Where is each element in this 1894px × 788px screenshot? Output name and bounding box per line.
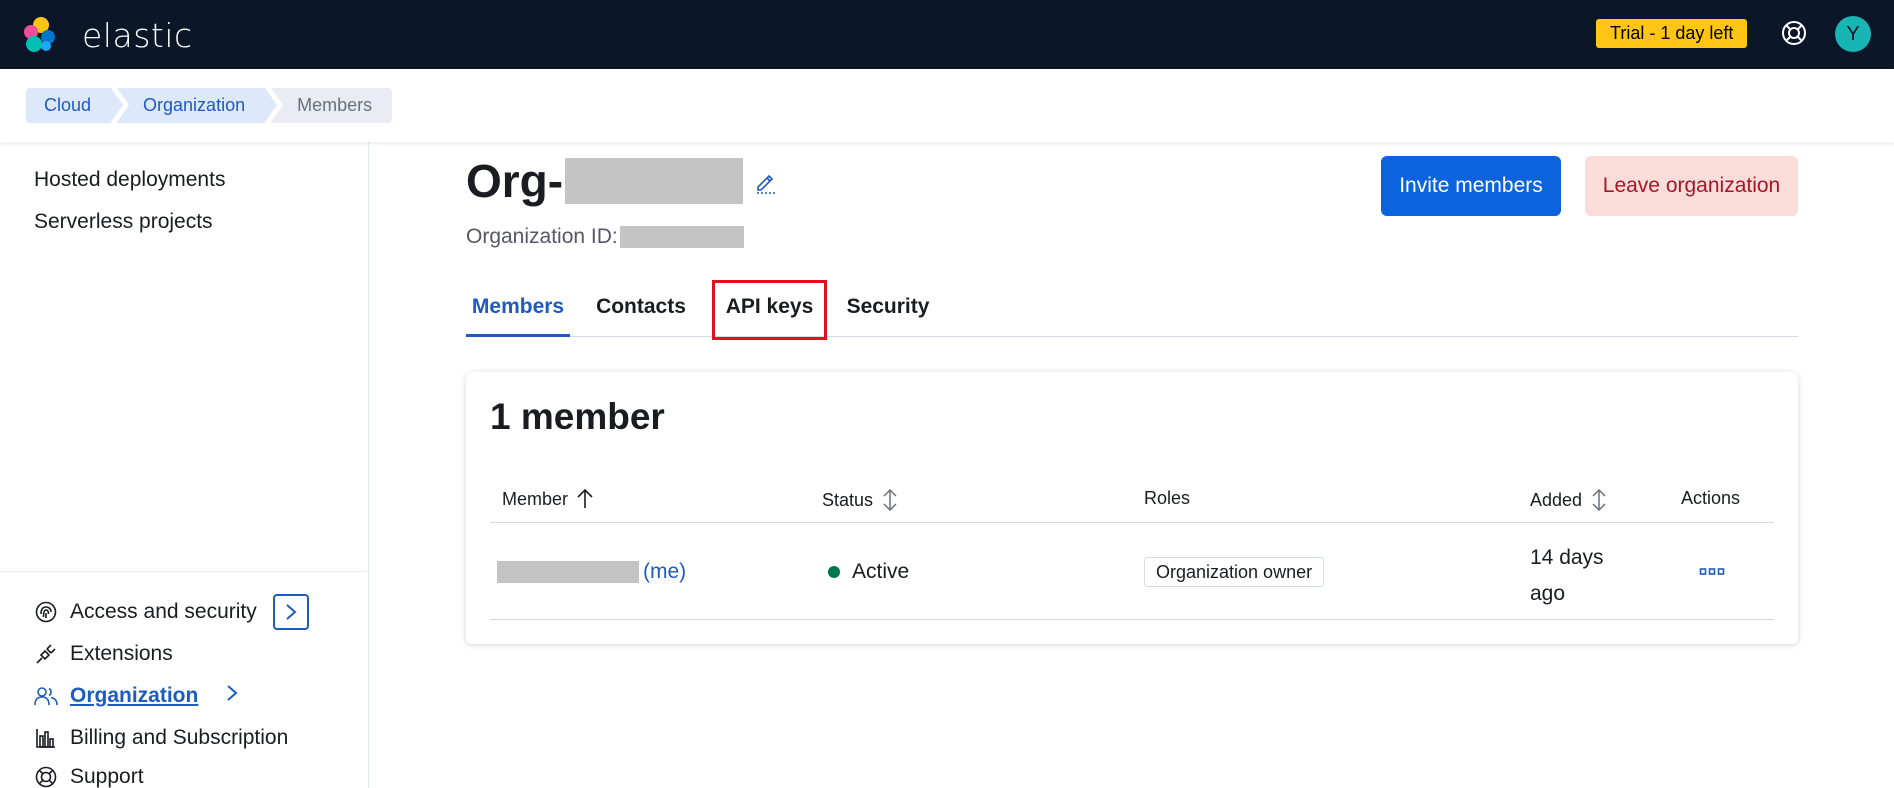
column-header-member[interactable]: Member — [502, 488, 594, 510]
sort-unsorted-icon — [1590, 488, 1608, 512]
sidebar-item-label: Support — [70, 765, 144, 788]
column-header-status[interactable]: Status — [822, 488, 899, 512]
brand-name[interactable]: elastic — [82, 16, 193, 55]
org-id-label: Organization ID: — [466, 225, 618, 248]
organization-id: Organization ID: — [466, 225, 744, 249]
lifebuoy-icon — [34, 765, 58, 788]
breadcrumb-bar: Cloud Organization Members — [0, 69, 1894, 142]
role-badge: Organization owner — [1144, 557, 1325, 587]
sort-ascending-icon — [576, 488, 594, 510]
tab-contacts[interactable]: Contacts — [588, 280, 694, 337]
tab-members[interactable]: Members — [466, 280, 570, 337]
sidebar-item-organization[interactable]: Organization — [34, 681, 198, 711]
fingerprint-icon — [34, 600, 58, 624]
sidebar: Hosted deployments Serverless projects A… — [0, 142, 369, 788]
sort-unsorted-icon — [881, 488, 899, 512]
tab-api-keys[interactable]: API keys — [712, 280, 827, 340]
status-active-dot — [828, 566, 840, 578]
breadcrumb-members: Members — [271, 88, 393, 123]
column-label: Added — [1530, 489, 1583, 510]
redacted-org-name — [565, 158, 744, 204]
table-row-status-cell: Active — [828, 560, 909, 584]
column-header-added[interactable]: Added — [1530, 488, 1608, 512]
breadcrumb-organization[interactable]: Organization — [117, 88, 278, 123]
trial-badge[interactable]: Trial - 1 day left — [1596, 19, 1748, 48]
sidebar-item-label: Extensions — [70, 642, 173, 665]
org-tabs: Members Contacts API keys Security — [466, 280, 1798, 340]
sidebar-item-serverless-projects[interactable]: Serverless projects — [34, 210, 213, 234]
elastic-logo-icon[interactable] — [20, 15, 60, 55]
added-date: 14 days ago — [1530, 546, 1604, 605]
column-header-roles: Roles — [1144, 488, 1190, 509]
invite-members-button[interactable]: Invite members — [1381, 156, 1561, 216]
bar-chart-icon — [34, 726, 58, 750]
plug-icon — [34, 642, 58, 666]
users-icon — [34, 684, 58, 708]
sidebar-item-support[interactable]: Support — [34, 762, 144, 788]
sidebar-item-label: Organization — [70, 684, 199, 707]
column-label: Status — [822, 489, 874, 510]
tab-security[interactable]: Security — [845, 280, 931, 337]
sidebar-item-label: Access and security — [70, 600, 257, 623]
table-row-member-cell: (me) — [497, 560, 686, 584]
help-lifebuoy-icon[interactable] — [1779, 18, 1809, 48]
page-title: Org- — [466, 154, 744, 208]
members-panel: 1 member Member Status Roles Added Actio… — [466, 372, 1798, 644]
sidebar-item-extensions[interactable]: Extensions — [34, 639, 173, 669]
table-header-divider — [490, 522, 1774, 523]
members-count-title: 1 member — [490, 396, 665, 437]
redacted-member-email — [497, 561, 639, 583]
row-actions-menu-icon[interactable] — [1695, 560, 1729, 584]
table-row-divider — [490, 619, 1774, 620]
sidebar-item-billing[interactable]: Billing and Subscription — [34, 723, 288, 753]
me-link[interactable]: (me) — [643, 560, 686, 584]
breadcrumb-cloud[interactable]: Cloud — [26, 88, 124, 123]
sidebar-divider — [0, 571, 368, 572]
column-header-actions: Actions — [1681, 488, 1740, 509]
top-header: elastic Trial - 1 day left Y — [0, 0, 1894, 69]
column-label: Actions — [1681, 488, 1741, 508]
sidebar-item-access-security[interactable]: Access and security — [34, 597, 257, 627]
column-label: Roles — [1144, 488, 1191, 508]
breadcrumb: Cloud Organization Members — [26, 88, 398, 123]
chevron-right-icon[interactable] — [222, 683, 242, 703]
edit-pencil-icon[interactable] — [754, 170, 778, 194]
org-title-prefix: Org- — [466, 155, 564, 207]
column-label: Member — [502, 488, 569, 509]
expand-access-security-button[interactable] — [273, 594, 309, 630]
redacted-org-id — [619, 226, 744, 248]
status-text: Active — [852, 560, 910, 583]
leave-organization-button[interactable]: Leave organization — [1585, 156, 1798, 216]
sidebar-item-hosted-deployments[interactable]: Hosted deployments — [34, 168, 225, 192]
sidebar-item-label: Billing and Subscription — [70, 726, 289, 749]
user-avatar[interactable]: Y — [1835, 16, 1871, 52]
